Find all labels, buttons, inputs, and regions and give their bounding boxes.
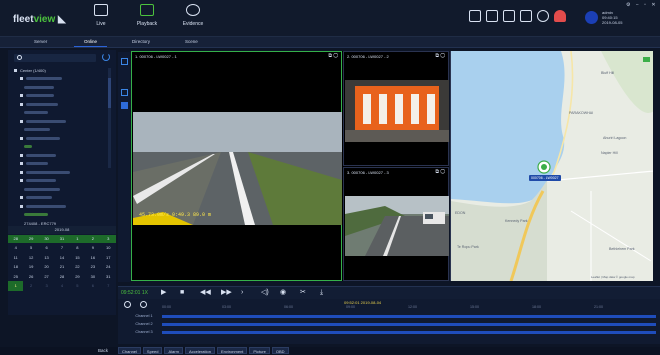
nav-live[interactable]: Live <box>78 4 124 27</box>
main-nav: Live Playback Evidence <box>78 4 216 27</box>
svg-text:45.73.0m/s 0:49.3 89.0 m: 45.73.0m/s 0:49.3 89.0 m <box>139 212 211 218</box>
tree-item[interactable] <box>14 117 112 126</box>
stop-icon[interactable]: ■ <box>180 289 184 296</box>
tree-item[interactable] <box>14 160 112 169</box>
device-tree: Center (1/400) 274408 - ERC779 <box>14 66 112 228</box>
download-clip-icon[interactable]: ⤓ <box>320 289 323 296</box>
recording-bar[interactable] <box>162 322 656 326</box>
layout-1-icon[interactable] <box>120 89 128 96</box>
layout-toolbar <box>118 52 130 282</box>
tab-directory[interactable]: Directory <box>132 39 150 44</box>
list-icon[interactable] <box>469 10 481 22</box>
tab-obd[interactable]: OBD <box>271 347 289 354</box>
tree-item[interactable] <box>14 126 112 135</box>
zoom-out-icon[interactable] <box>140 301 147 308</box>
tree-item[interactable] <box>14 100 112 109</box>
tab-channel[interactable]: Channel <box>118 347 141 354</box>
back-button[interactable]: Back <box>98 348 108 353</box>
layout-4-icon[interactable] <box>120 102 128 109</box>
tree-item[interactable] <box>14 75 112 84</box>
bottom-bar: Back Channel Speed Alarm Acceleration En… <box>0 347 660 355</box>
tree-root[interactable]: Center (1/400) <box>14 66 112 75</box>
tree-item[interactable] <box>14 134 112 143</box>
tab-online[interactable]: Online <box>73 39 108 47</box>
tree-item[interactable] <box>14 185 112 194</box>
data-tabs: Channel Speed Alarm Acceleration Environ… <box>118 347 291 354</box>
calendar: 28 29 30 31 1 2 3 4 5 6 7 8 9 10 11 12 13 14 15 16 17 18 19… <box>8 235 116 315</box>
video-cell-3[interactable]: 3. 000706 - LW0027 - 3 ⧉ ◯ <box>343 167 449 281</box>
channel-row-3[interactable]: Channel 3 <box>118 329 660 335</box>
app-logo: fleetview ◣ <box>13 14 66 25</box>
tree-item[interactable] <box>14 143 112 152</box>
video-cell-tools-icon[interactable]: ⧉ ◯ <box>435 169 445 175</box>
top-bar: fleetview ◣ Live Playback Evidence admin… <box>0 0 660 37</box>
playback-controls: 09:52:01 1X ▶ ■ ◀◀ ▶▶ › ◁) ◉ ✂ ⤓ <box>118 287 660 299</box>
nav-playback[interactable]: Playback <box>124 4 170 27</box>
clip-icon[interactable]: ✂ <box>300 289 306 296</box>
tab-server[interactable]: Server <box>34 39 47 44</box>
recording-bar[interactable] <box>162 330 656 334</box>
video-grid: 1. 000706 - LW0027 - 1 ⧉ ◯ 45.73.0m/s 0:… <box>131 51 449 281</box>
tab-environment[interactable]: Environment <box>216 347 248 354</box>
close-all-icon[interactable] <box>120 58 128 65</box>
fast-forward-icon[interactable]: ▶▶ <box>221 289 232 296</box>
search-icon <box>17 55 22 60</box>
nav-evidence[interactable]: Evidence <box>170 4 216 27</box>
download-icon[interactable] <box>537 10 549 22</box>
play-icon[interactable]: ▶ <box>161 289 166 296</box>
tab-picture[interactable]: Picture <box>249 347 270 354</box>
evidence-icon <box>186 4 200 16</box>
tree-item[interactable] <box>14 109 112 118</box>
storage-icon[interactable] <box>520 10 532 22</box>
vehicle-badge[interactable]: 000706 - LW0027 <box>529 175 561 181</box>
calendar-highlight-row: 28 29 30 31 1 2 3 <box>8 235 116 243</box>
tree-item[interactable] <box>14 83 112 92</box>
dashcam-frame-cargo <box>345 80 449 142</box>
playback-icon <box>140 4 154 16</box>
tree-scrollbar[interactable] <box>108 68 111 168</box>
tab-alarm[interactable]: Alarm <box>164 347 183 354</box>
window-controls[interactable]: ⚙ − ▫ ✕ <box>626 2 658 8</box>
tab-scene[interactable]: Scene <box>185 39 198 44</box>
dashcam-frame-front: 45.73.0m/s 0:49.3 89.0 m <box>133 112 342 225</box>
rewind-icon[interactable]: ◀◀ <box>200 289 211 296</box>
tree-item[interactable] <box>14 202 112 211</box>
video-cell-2[interactable]: 2. 000706 - LW0027 - 2 ⧉ ◯ <box>343 51 449 166</box>
zoom-in-icon[interactable] <box>124 301 131 308</box>
report-icon[interactable] <box>503 10 515 22</box>
upload-icon[interactable] <box>486 10 498 22</box>
avatar[interactable] <box>585 11 598 24</box>
tree-item[interactable] <box>14 194 112 203</box>
map-view[interactable]: PARAKOWHAI Bluff Hill Ahuriri Lagoon Nap… <box>450 51 653 281</box>
refresh-icon[interactable] <box>102 53 110 61</box>
snapshot-icon[interactable]: ◉ <box>280 289 286 296</box>
sub-tab-bar: Server Online Directory Scene <box>0 37 660 48</box>
alarm-bell-icon[interactable] <box>554 10 566 22</box>
video-cell-1[interactable]: 1. 000706 - LW0027 - 1 ⧉ ◯ 45.73.0m/s 0:… <box>131 51 342 281</box>
toolbar-icons <box>469 10 571 22</box>
playback-panel: 09:52:01 1X ▶ ■ ◀◀ ▶▶ › ◁) ◉ ✂ ⤓ 09:52:0… <box>118 286 660 344</box>
recording-bar[interactable] <box>162 314 656 318</box>
tree-item[interactable] <box>14 168 112 177</box>
volume-icon[interactable]: ◁) <box>261 289 269 296</box>
channel-row-1[interactable]: Channel 1 <box>118 313 660 319</box>
video-cell-tools-icon[interactable]: ⧉ ◯ <box>328 53 338 59</box>
channel-row-2[interactable]: Channel 2 <box>118 321 660 327</box>
month-selector[interactable]: 2019-08 <box>8 226 116 234</box>
monitor-icon <box>94 4 108 16</box>
video-cell-tools-icon[interactable]: ⧉ ◯ <box>435 53 445 59</box>
tree-item[interactable] <box>14 211 112 220</box>
tree-item[interactable] <box>14 151 112 160</box>
calendar-grid: 4 5 6 7 8 9 10 11 12 13 14 15 16 17 18 19 20 21 22 23 24 2… <box>8 243 116 291</box>
user-info: admin 09:40:15 2019-08-05 <box>602 10 623 25</box>
device-tree-panel: Center (1/400) 274408 - ERC779 <box>8 50 116 236</box>
timeline-ruler: 00:00 03:00 06:00 09:00 12:00 15:00 18:0… <box>162 305 603 309</box>
next-frame-icon[interactable]: › <box>241 289 243 296</box>
tab-speed[interactable]: Speed <box>142 347 163 354</box>
dashcam-frame-side <box>345 196 449 256</box>
search-input[interactable] <box>14 54 96 62</box>
tab-acceleration[interactable]: Acceleration <box>184 347 215 354</box>
tree-item[interactable] <box>14 92 112 101</box>
tree-item[interactable] <box>14 177 112 186</box>
